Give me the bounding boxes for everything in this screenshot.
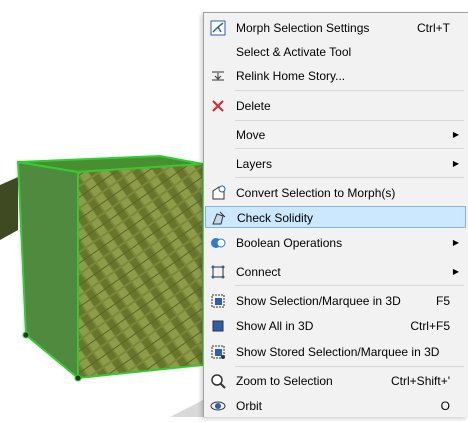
menu-item-label: Show Selection/Marquee in 3D <box>236 294 401 308</box>
submenu-arrow-icon: ▶ <box>452 267 459 276</box>
menu-item-label: Move <box>236 128 266 142</box>
menu-item-label: Boolean Operations <box>236 236 343 250</box>
menu-item-connect[interactable]: Connect ▶ <box>205 261 466 283</box>
menu-item-label: Relink Home Story... <box>236 69 346 83</box>
menu-item-check-solidity[interactable]: Check Solidity <box>205 206 466 228</box>
menu-item-label: Connect <box>236 265 281 279</box>
background-slab <box>0 177 18 240</box>
submenu-arrow-icon: ▶ <box>452 238 459 247</box>
menu-item-shortcut: Ctrl+F5 <box>410 319 450 333</box>
show-all-3d-icon <box>212 320 224 332</box>
menu-item-boolean-operations[interactable]: Boolean Operations ▶ <box>205 232 466 254</box>
show-selection-3d-icon <box>211 294 225 308</box>
menu-item-label: Select & Activate Tool <box>236 45 352 59</box>
menu-item-label: Show Stored Selection/Marquee in 3D <box>236 345 440 359</box>
convert-morph-icon <box>212 185 226 200</box>
menu-item-shortcut: Ctrl+Shift+' <box>391 374 450 388</box>
cube-front-tint <box>78 164 203 378</box>
menu-item-show-selection-3d[interactable]: Show Selection/Marquee in 3D F5 <box>205 290 466 312</box>
menu-item-orbit[interactable]: Orbit O <box>205 395 466 417</box>
submenu-arrow-icon: ▶ <box>452 130 459 139</box>
menu-item-relink-home-story[interactable]: Relink Home Story... <box>205 65 466 87</box>
menu-item-label: Zoom to Selection <box>236 374 333 388</box>
menu-item-label: Orbit <box>236 399 263 413</box>
menu-item-label: Convert Selection to Morph(s) <box>236 186 396 200</box>
menu-item-label: Morph Selection Settings <box>236 21 370 35</box>
menu-separator <box>235 90 464 91</box>
menu-item-show-stored-3d[interactable]: Show Stored Selection/Marquee in 3D <box>205 341 466 363</box>
morph-settings-icon <box>210 20 226 36</box>
menu-item-move[interactable]: Move ▶ <box>205 124 466 146</box>
cube-left-face <box>16 160 79 381</box>
delete-icon <box>212 100 224 112</box>
menu-item-label: Check Solidity <box>237 211 314 225</box>
ground-plane <box>170 400 203 417</box>
menu-separator <box>235 120 464 121</box>
menu-item-show-all-3d[interactable]: Show All in 3D Ctrl+F5 <box>205 315 466 337</box>
context-menu: Morph Selection Settings Ctrl+T Select &… <box>203 12 468 417</box>
zoom-selection-icon <box>211 374 226 389</box>
show-stored-3d-icon <box>211 345 225 359</box>
menu-item-delete[interactable]: Delete <box>205 95 466 117</box>
menu-separator <box>235 177 464 178</box>
menu-item-shortcut: O <box>440 399 450 413</box>
menu-item-convert-to-morph[interactable]: Convert Selection to Morph(s) <box>205 182 466 204</box>
menu-item-select-activate-tool[interactable]: Select & Activate Tool <box>205 41 466 63</box>
menu-item-label: Show All in 3D <box>236 319 314 333</box>
submenu-arrow-icon: ▶ <box>452 159 459 168</box>
menu-item-layers[interactable]: Layers ▶ <box>205 153 466 175</box>
menu-item-label: Delete <box>236 99 271 113</box>
cube-vertex-handle <box>22 331 30 339</box>
menu-item-label: Layers <box>236 157 273 171</box>
orbit-icon <box>210 401 226 411</box>
menu-item-zoom-to-selection[interactable]: Zoom to Selection Ctrl+Shift+' <box>205 370 466 392</box>
menu-separator <box>235 366 464 367</box>
menu-item-morph-selection-settings[interactable]: Morph Selection Settings Ctrl+T <box>205 17 466 39</box>
menu-item-shortcut: Ctrl+T <box>417 21 450 35</box>
cube-vertex-handle <box>74 374 82 382</box>
connect-icon <box>211 265 225 279</box>
check-solidity-icon <box>212 211 226 225</box>
boolean-icon <box>211 238 226 248</box>
relink-story-icon <box>212 71 224 81</box>
menu-separator <box>235 148 464 149</box>
menu-item-shortcut: F5 <box>435 294 450 308</box>
menu-separator <box>235 285 464 286</box>
